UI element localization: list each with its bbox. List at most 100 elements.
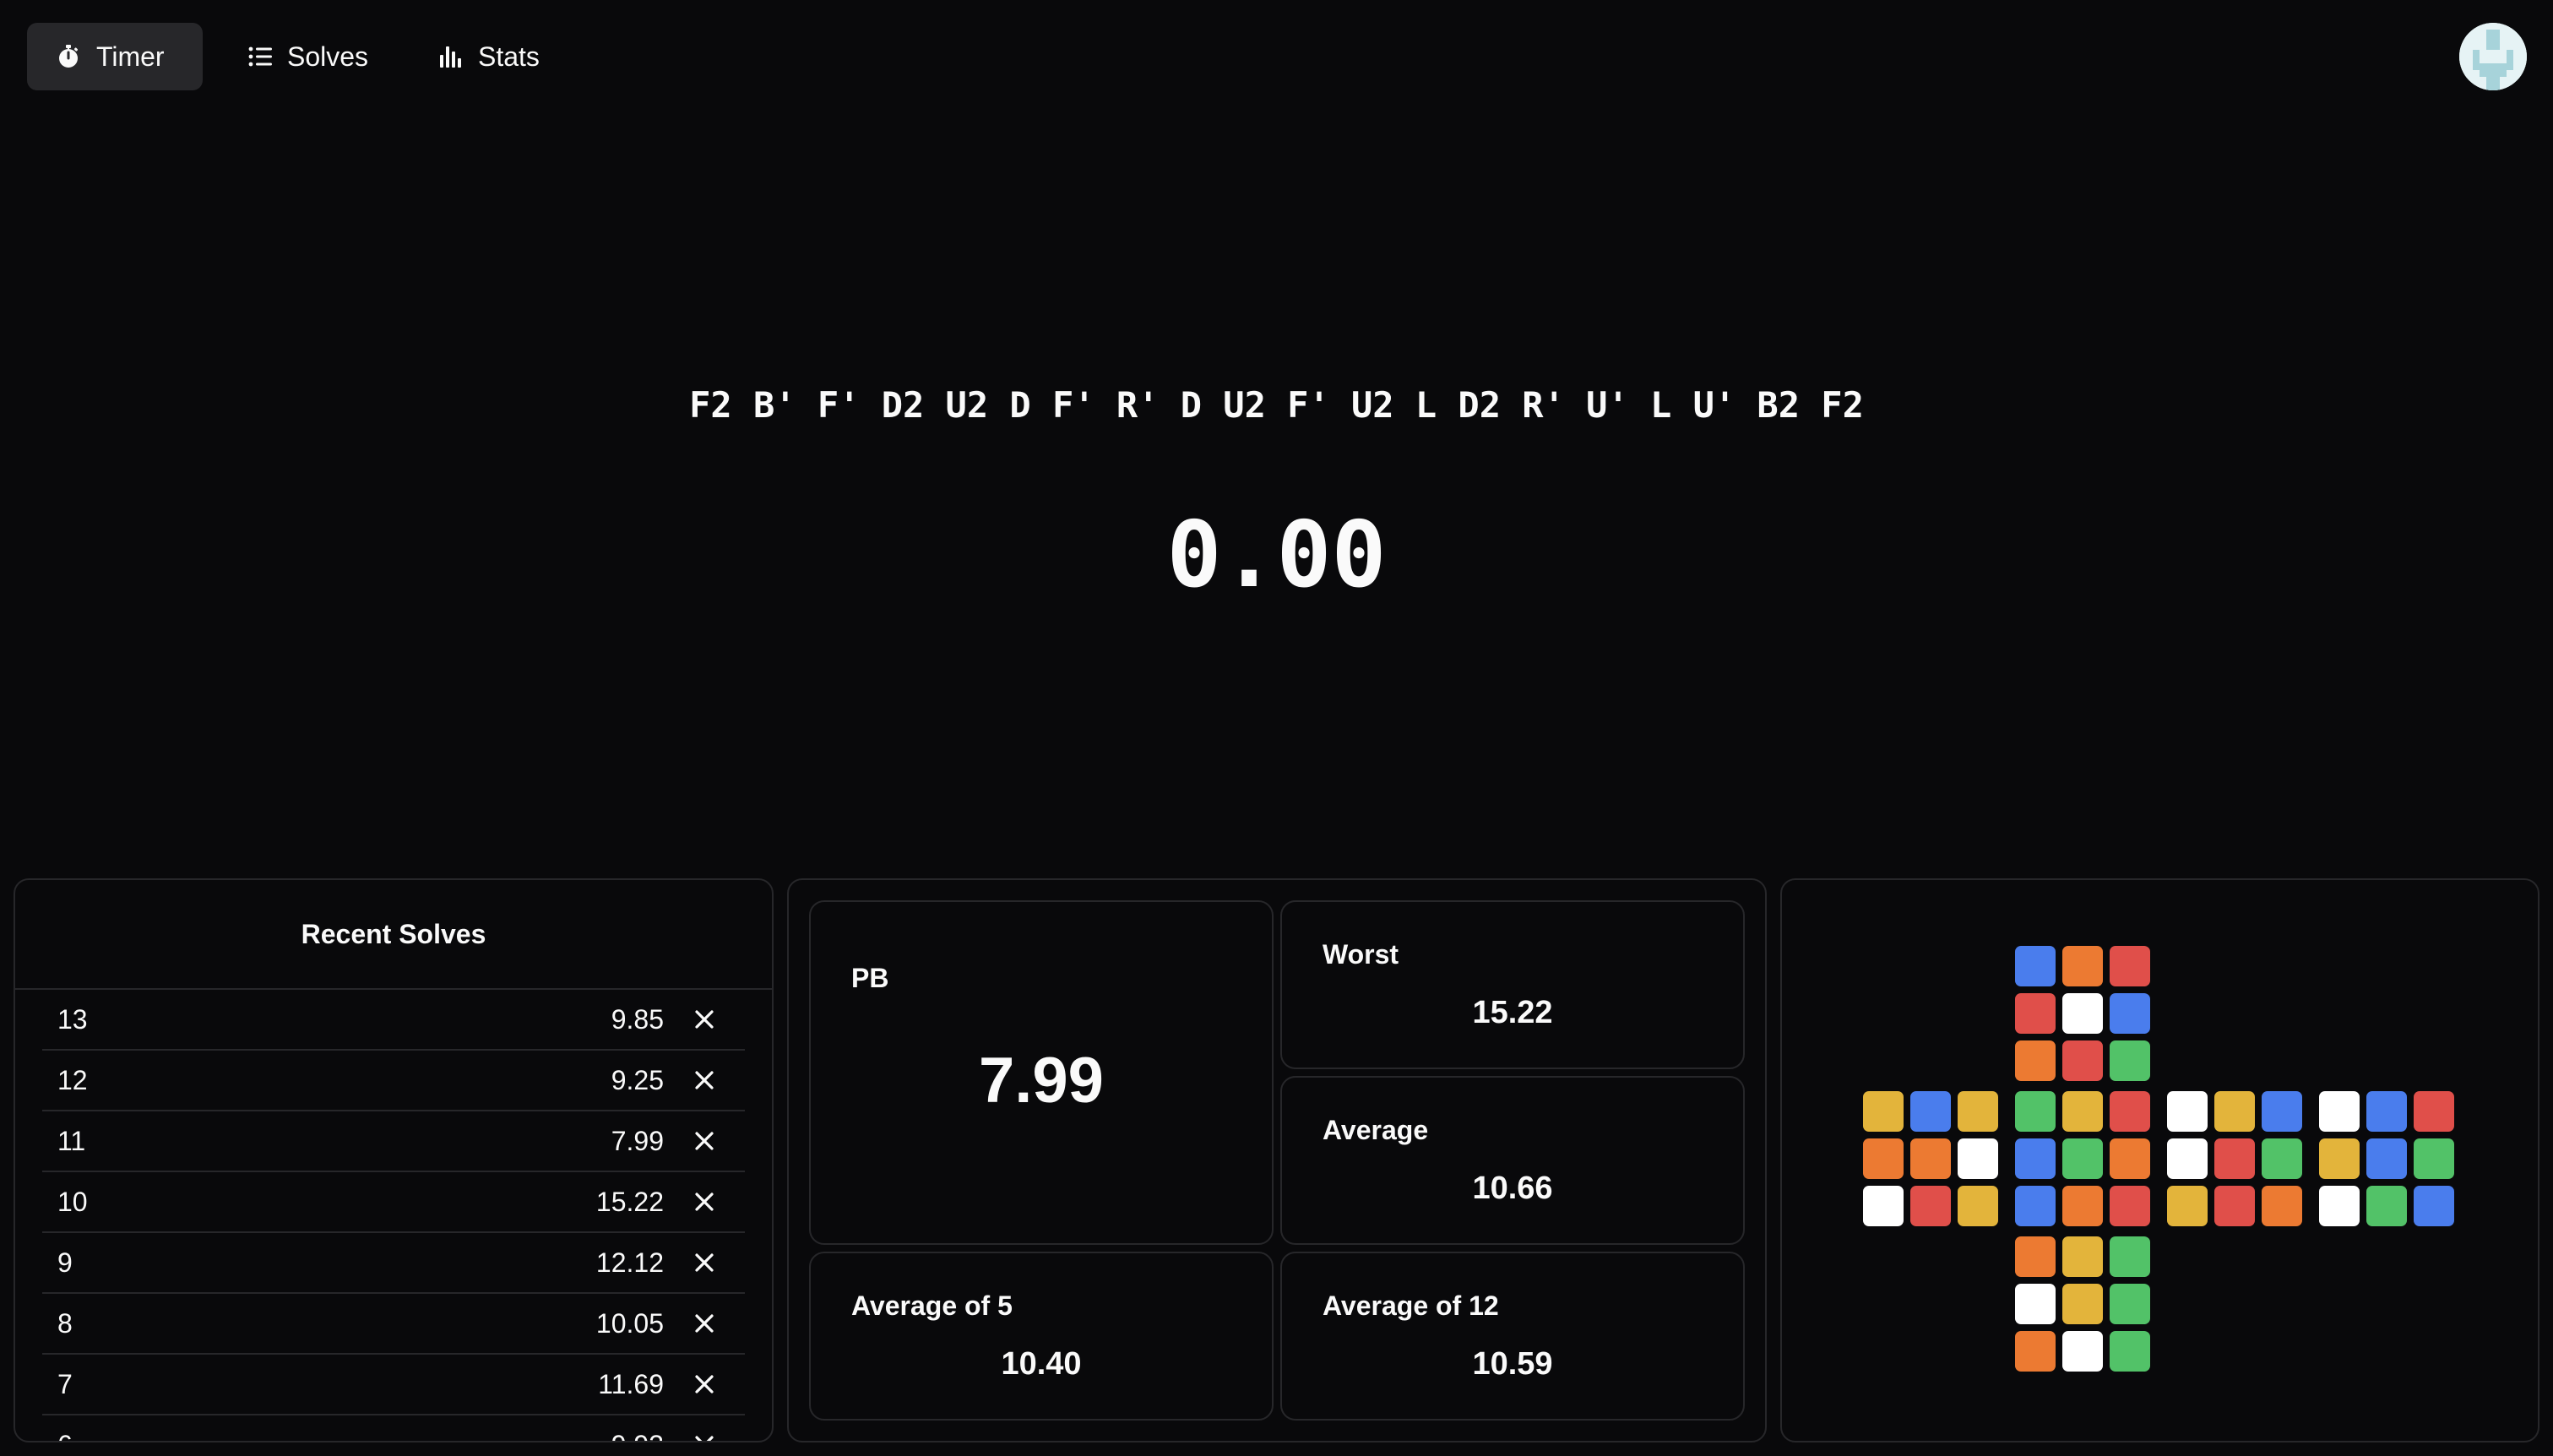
cube-sticker-u <box>2015 993 2056 1034</box>
cube-sticker-l <box>1863 1091 1904 1132</box>
solve-time: 15.22 <box>595 1186 664 1217</box>
cube-sticker-r <box>2214 1091 2255 1132</box>
cube-sticker-l <box>1910 1091 1951 1132</box>
solve-time: 9.25 <box>611 1064 664 1095</box>
solve-time: 9.85 <box>611 1003 664 1035</box>
recent-solves-title: Recent Solves <box>15 880 772 990</box>
cube-sticker-f <box>2015 1186 2056 1226</box>
cube-sticker-u <box>2062 993 2103 1034</box>
cube-sticker-l <box>1863 1186 1904 1226</box>
table-row: 7 11.69 <box>42 1355 745 1415</box>
timer-display[interactable]: 0.00 <box>0 503 2553 608</box>
delete-icon[interactable] <box>664 1130 745 1152</box>
cube-sticker-b <box>2319 1186 2360 1226</box>
table-row: 11 7.99 <box>42 1111 745 1172</box>
pb-card: PB 7.99 <box>809 900 1274 1245</box>
cube-sticker-d <box>2015 1331 2056 1372</box>
worst-label: Worst <box>1323 939 1399 970</box>
delete-icon[interactable] <box>664 1373 745 1395</box>
cube-sticker-d <box>2110 1284 2150 1324</box>
solve-number: 11 <box>57 1125 86 1156</box>
solve-number: 13 <box>57 1003 88 1035</box>
cube-net <box>1782 880 2538 1441</box>
table-row: 12 9.25 <box>42 1051 745 1111</box>
cube-sticker-r <box>2214 1138 2255 1179</box>
tab-solves-label: Solves <box>287 41 369 72</box>
cube-sticker-d <box>2110 1331 2150 1372</box>
solve-list[interactable]: 13 9.85 12 9.25 11 7.99 10 15.22 9 12.12… <box>42 990 745 1441</box>
cube-sticker-f <box>2062 1186 2103 1226</box>
cube-sticker-l <box>1910 1186 1951 1226</box>
solve-number: 7 <box>57 1368 73 1399</box>
cube-sticker-r <box>2262 1091 2302 1132</box>
cube-sticker-u <box>2015 1040 2056 1081</box>
ao12-label: Average of 12 <box>1323 1290 1499 1321</box>
cube-sticker-d <box>2062 1236 2103 1277</box>
cube-sticker-r <box>2167 1186 2208 1226</box>
cube-sticker-b <box>2414 1091 2454 1132</box>
cube-sticker-b <box>2319 1091 2360 1132</box>
cube-sticker-u <box>2015 946 2056 986</box>
table-row: 13 9.85 <box>42 990 745 1051</box>
cube-sticker-d <box>2110 1236 2150 1277</box>
stopwatch-icon <box>54 42 83 71</box>
table-row: 8 10.05 <box>42 1294 745 1355</box>
solve-time: 11.69 <box>598 1368 664 1399</box>
cube-sticker-f <box>2110 1186 2150 1226</box>
stats-panel: PB 7.99 Worst 15.22 Average 10.66 Averag… <box>787 878 1767 1442</box>
cube-sticker-r <box>2167 1138 2208 1179</box>
ao12-value: 10.59 <box>1472 1346 1553 1382</box>
delete-icon[interactable] <box>664 1252 745 1274</box>
tab-timer[interactable]: Timer <box>27 23 203 90</box>
bar-chart-icon <box>436 42 464 71</box>
pb-value: 7.99 <box>979 1045 1104 1116</box>
solve-time: 9.93 <box>495 1430 664 1442</box>
cube-sticker-b <box>2319 1138 2360 1179</box>
delete-icon[interactable] <box>664 1312 745 1334</box>
cube-sticker-f <box>2062 1091 2103 1132</box>
delete-icon[interactable] <box>664 1008 745 1030</box>
tab-timer-label: Timer <box>96 41 165 72</box>
solve-number: 9 <box>57 1247 73 1278</box>
worst-value: 15.22 <box>1472 995 1553 1030</box>
solve-number: 12 <box>57 1064 88 1095</box>
cube-sticker-d <box>2015 1284 2056 1324</box>
delete-icon[interactable] <box>664 1069 745 1091</box>
cube-sticker-l <box>1958 1138 1998 1179</box>
solve-time: 7.99 <box>611 1125 664 1156</box>
pb-label: PB <box>851 963 889 993</box>
solve-number: 6 <box>42 1430 495 1442</box>
cube-sticker-l <box>1958 1186 1998 1226</box>
cube-sticker-u <box>2062 1040 2103 1081</box>
avatar[interactable] <box>2459 23 2527 90</box>
cube-preview-panel <box>1780 878 2539 1442</box>
cube-sticker-r <box>2262 1138 2302 1179</box>
ao5-card: Average of 5 10.40 <box>809 1252 1274 1421</box>
cube-sticker-b <box>2414 1138 2454 1179</box>
solve-time: 12.12 <box>595 1247 664 1278</box>
cube-sticker-r <box>2214 1186 2255 1226</box>
cube-sticker-u <box>2062 946 2103 986</box>
cube-sticker-d <box>2015 1236 2056 1277</box>
cube-sticker-l <box>1958 1091 1998 1132</box>
solve-number: 8 <box>57 1307 73 1339</box>
tab-solves[interactable]: Solves <box>220 23 392 90</box>
cube-sticker-d <box>2062 1284 2103 1324</box>
delete-icon[interactable] <box>664 1434 745 1441</box>
solve-number: 10 <box>57 1186 88 1217</box>
cube-sticker-b <box>2366 1186 2407 1226</box>
cube-sticker-b <box>2366 1138 2407 1179</box>
cube-sticker-u <box>2110 946 2150 986</box>
tab-stats[interactable]: Stats <box>409 23 573 90</box>
cube-sticker-b <box>2366 1091 2407 1132</box>
tab-stats-label: Stats <box>478 41 540 72</box>
average-card: Average 10.66 <box>1280 1076 1745 1245</box>
delete-icon[interactable] <box>664 1191 745 1213</box>
table-row: 10 15.22 <box>42 1172 745 1233</box>
cube-sticker-f <box>2110 1138 2150 1179</box>
ao5-value: 10.40 <box>1001 1346 1082 1382</box>
table-row: 6 9.93 <box>42 1415 745 1441</box>
cube-sticker-f <box>2110 1091 2150 1132</box>
scramble-text: F2 B' F' D2 U2 D F' R' D U2 F' U2 L D2 R… <box>689 384 1864 426</box>
cube-sticker-d <box>2062 1331 2103 1372</box>
